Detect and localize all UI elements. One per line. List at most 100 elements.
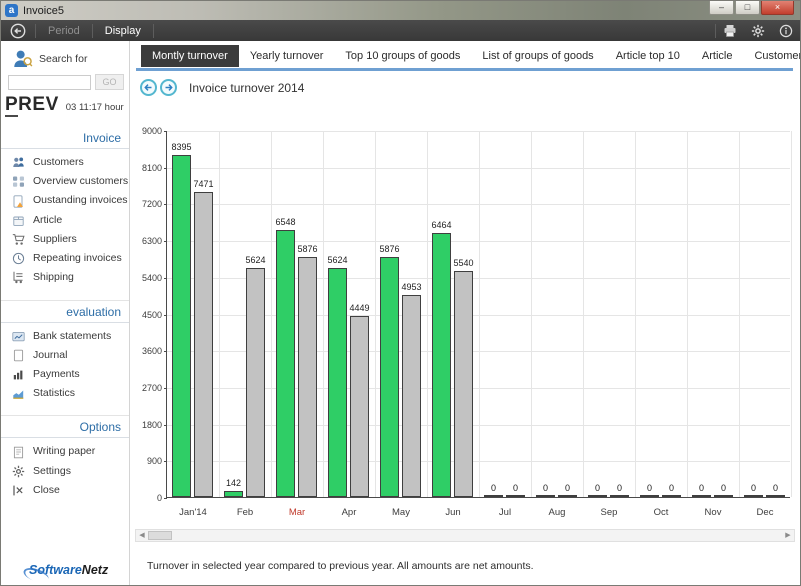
- bar-group-apr: 5624 4449: [323, 131, 375, 497]
- y-axis-label: 3600: [142, 346, 162, 356]
- next-year-button[interactable]: [160, 79, 177, 96]
- bar-value-label: 0: [751, 483, 756, 493]
- y-axis-label: 9000: [142, 126, 162, 136]
- info-button[interactable]: [772, 22, 800, 40]
- scroll-right-arrow-icon[interactable]: ▶: [782, 532, 794, 539]
- chart-footnote: Turnover in selected year compared to pr…: [147, 560, 534, 572]
- maximize-button[interactable]: □: [735, 1, 760, 15]
- bar-value-label: 5624: [245, 255, 265, 265]
- tab-top-10-groups-of-goods[interactable]: Top 10 groups of goods: [334, 45, 471, 67]
- bar-selected-year-jun: [432, 233, 451, 497]
- bar-group-sep: 00: [583, 131, 635, 497]
- menu-period[interactable]: Period: [36, 25, 92, 37]
- suppliers-icon: [12, 233, 25, 246]
- back-button[interactable]: [10, 23, 26, 39]
- y-axis-label: 7200: [142, 199, 162, 209]
- tab-article-top-10[interactable]: Article top 10: [605, 45, 691, 67]
- bar-previous-year-sep: [610, 495, 629, 497]
- tab-article[interactable]: Article: [691, 45, 744, 67]
- back-arrow-icon: [10, 23, 26, 39]
- info-icon: [779, 24, 793, 38]
- bar-selected-year-dec: [744, 495, 763, 497]
- shipping-icon: [12, 271, 25, 284]
- bar-group-nov: 00: [687, 131, 739, 497]
- sidebar-item-journal[interactable]: Journal: [1, 346, 129, 365]
- gear-icon: [751, 24, 765, 38]
- bar-group-mar: 65485876: [271, 131, 323, 497]
- bar-value-label: 7471: [193, 179, 213, 189]
- bar-value-label: 0: [699, 483, 704, 493]
- x-axis-label-jun: Jun: [427, 507, 479, 518]
- bar-value-label: 4449: [349, 303, 369, 313]
- sidebar-item-bank-statements[interactable]: Bank statements: [1, 327, 129, 346]
- search-input[interactable]: [8, 75, 91, 90]
- chart-header: Invoice turnover 2014: [140, 79, 304, 96]
- bar-value-label: 8395: [171, 142, 191, 152]
- sidebar-item-settings[interactable]: Settings: [1, 462, 129, 481]
- sidebar-item-suppliers[interactable]: Suppliers: [1, 230, 129, 249]
- bar-value-label: 0: [617, 483, 622, 493]
- y-axis-tick: [164, 498, 167, 499]
- sidebar-item-label: Customers: [33, 155, 84, 170]
- sidebar-item-label: Suppliers: [33, 232, 77, 247]
- bar-selected-year-apr: [328, 268, 347, 497]
- x-axis-label-feb: Feb: [219, 507, 271, 518]
- bar-group-dec: 00: [739, 131, 791, 497]
- sidebar-item-label: Close: [33, 483, 60, 498]
- sidebar-item-label: Bank statements: [33, 329, 111, 344]
- bar-value-label: 5624: [327, 255, 347, 265]
- settings-button[interactable]: [744, 22, 772, 40]
- bar-value-label: 0: [773, 483, 778, 493]
- tab-yearly-turnover[interactable]: Yearly turnover: [239, 45, 335, 67]
- scrollbar-thumb[interactable]: [148, 531, 172, 540]
- sidebar-item-writing-paper[interactable]: Writing paper: [1, 442, 129, 461]
- bar-group-oct: 00: [635, 131, 687, 497]
- payments-icon: [12, 368, 25, 381]
- bar-group-aug: 00: [531, 131, 583, 497]
- sidebar-section-invoice: InvoiceCustomersOverview customersOustan…: [1, 128, 129, 288]
- sidebar-item-label: Journal: [33, 348, 67, 363]
- go-button[interactable]: GO: [95, 74, 124, 90]
- window-controls: – □ ×: [709, 1, 794, 20]
- menu-display[interactable]: Display: [93, 25, 153, 37]
- bar-selected-year-oct: [640, 495, 659, 497]
- sidebar-item-label: Writing paper: [33, 444, 95, 459]
- sidebar-item-close[interactable]: Close: [1, 481, 129, 500]
- bar-value-label: 0: [543, 483, 548, 493]
- sidebar: Search for GO PREV 03 11:17 hour Invoice…: [1, 41, 130, 585]
- section-title-evaluation: evaluation: [1, 302, 129, 323]
- print-button[interactable]: [716, 22, 744, 40]
- sidebar-item-article[interactable]: Article: [1, 211, 129, 230]
- close-button[interactable]: ×: [761, 1, 794, 15]
- minimize-button[interactable]: –: [709, 1, 734, 15]
- bar-value-label: 0: [669, 483, 674, 493]
- journal-icon: [12, 349, 25, 362]
- sidebar-item-statistics[interactable]: Statistics: [1, 384, 129, 403]
- sidebar-item-shipping[interactable]: Shipping: [1, 268, 129, 287]
- sidebar-item-overview-customers[interactable]: Overview customers: [1, 172, 129, 191]
- tab-montly-turnover[interactable]: Montly turnover: [141, 45, 239, 67]
- bank-statements-icon: [12, 330, 25, 343]
- scroll-left-arrow-icon[interactable]: ◀: [136, 532, 148, 539]
- sidebar-section-options: OptionsWriting paperSettingsClose: [1, 415, 129, 500]
- previous-year-button[interactable]: [140, 79, 157, 96]
- bar-value-label: 6464: [431, 220, 451, 230]
- horizontal-scrollbar[interactable]: ◀ ▶: [135, 529, 795, 542]
- chart-title: Invoice turnover 2014: [189, 81, 304, 95]
- sidebar-item-oustanding-invoices[interactable]: Oustanding invoices: [1, 191, 129, 210]
- sidebar-item-customers[interactable]: Customers: [1, 153, 129, 172]
- tab-customers[interactable]: Customers: [743, 45, 801, 67]
- sidebar-item-repeating-invoices[interactable]: Repeating invoices: [1, 249, 129, 268]
- tab-list-of-groups-of-goods[interactable]: List of groups of goods: [471, 45, 604, 67]
- repeating-invoices-icon: [12, 252, 25, 265]
- sidebar-section-evaluation: evaluation Bank statements Journal Payments…: [1, 300, 129, 404]
- sidebar-item-label: Payments: [33, 367, 80, 382]
- statistics-icon: [12, 387, 25, 400]
- app-window: a Invoice5 – □ × Period Display: [0, 0, 801, 586]
- bar-value-label: 0: [721, 483, 726, 493]
- printer-icon: [723, 24, 737, 38]
- sidebar-item-payments[interactable]: Payments: [1, 365, 129, 384]
- bar-value-label: 5876: [379, 244, 399, 254]
- datetime-text: 03 11:17 hour: [66, 102, 124, 113]
- bar-value-label: 142: [226, 478, 241, 488]
